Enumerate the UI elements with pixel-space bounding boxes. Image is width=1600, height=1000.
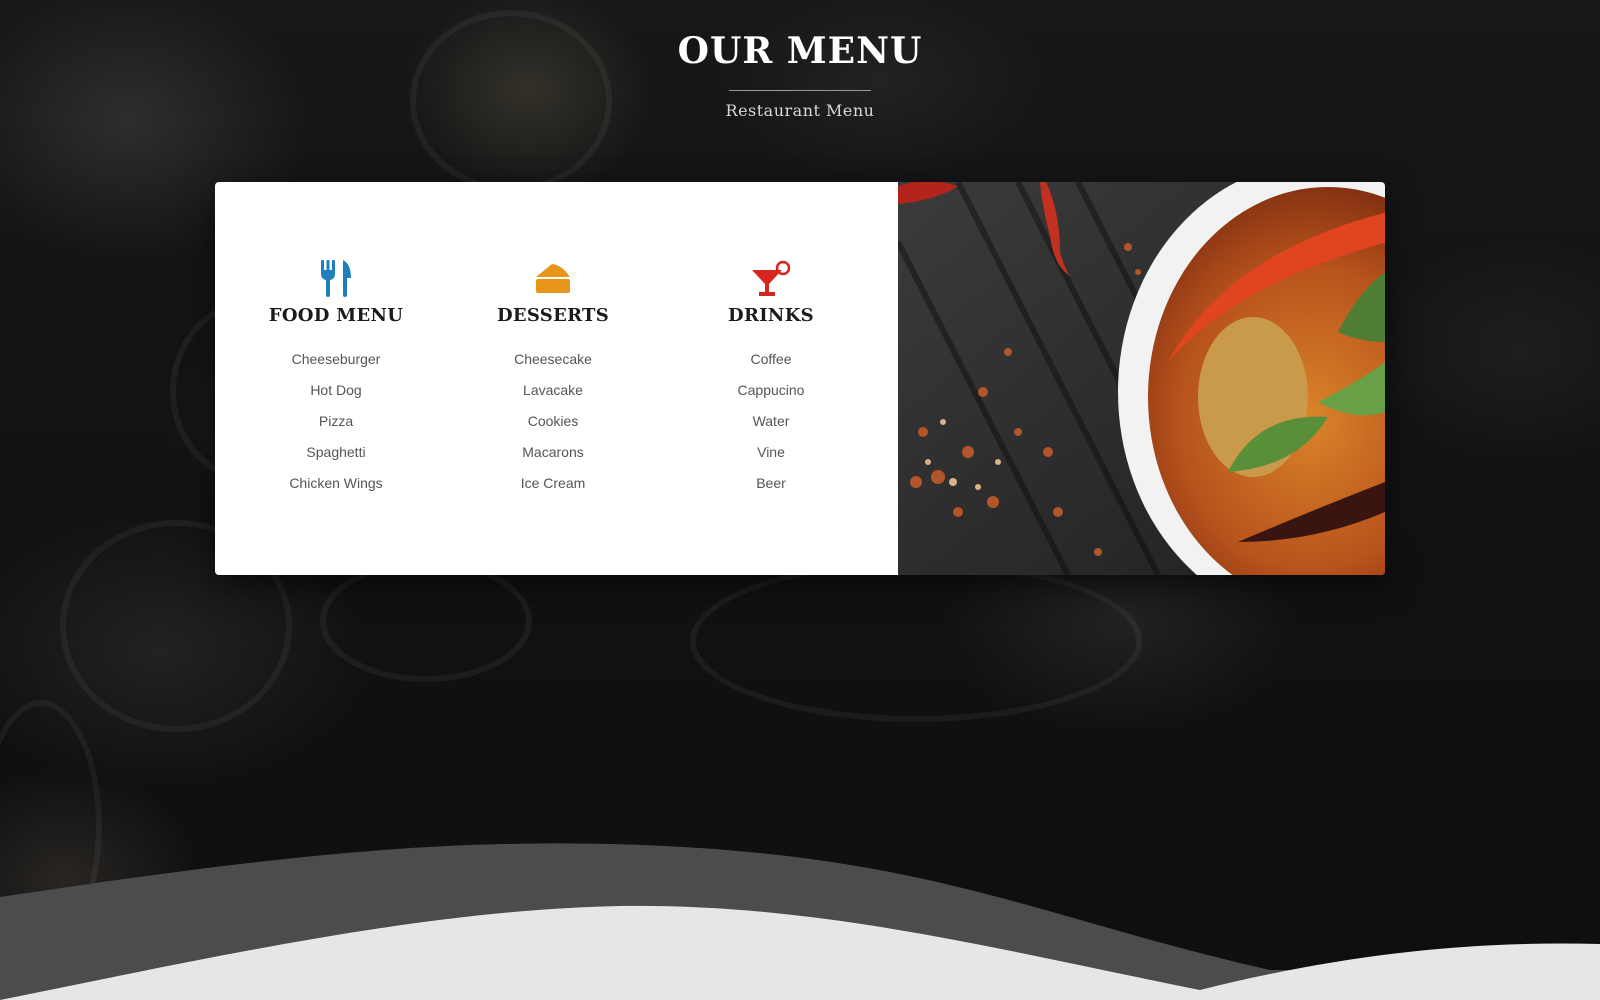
menu-item: Pizza [318,413,354,429]
page-subtitle: Restaurant Menu [725,101,875,120]
cake-icon [444,258,662,298]
menu-item: Cheesecake [514,351,592,367]
menu-item: Water [752,413,790,429]
cocktail-icon [662,258,880,298]
menu-card: FOOD MENU Cheeseburger Hot Dog Pizza Spa… [215,182,1385,575]
background-bowl-shape [690,560,1142,722]
menu-column-food: FOOD MENU Cheeseburger Hot Dog Pizza Spa… [227,258,445,499]
menu-item: Cheeseburger [291,351,381,367]
menu-list-food: Cheeseburger Hot Dog Pizza Spaghetti Chi… [227,344,445,499]
food-photo [898,182,1385,575]
menu-heading-food: FOOD MENU [268,305,404,326]
title-divider [729,90,871,91]
menu-item: Chicken Wings [289,475,383,491]
menu-item: Macarons [522,444,584,460]
curry-bowl-illustration [898,182,1385,575]
menu-item: Coffee [750,351,792,367]
menu-item: Ice Cream [520,475,586,491]
menu-item: Vine [757,444,785,460]
menu-item: Spaghetti [306,444,366,460]
fork-knife-icon [227,258,445,298]
menu-column-drinks: DRINKS Coffee Cappucino Water Vine Beer [662,258,880,499]
menu-item: Hot Dog [310,382,362,398]
menu-list-desserts: Cheesecake Lavacake Cookies Macarons Ice… [444,344,662,499]
menu-item: Beer [756,475,786,491]
menu-item: Lavacake [523,382,583,398]
menu-heading-drinks: DRINKS [728,305,814,326]
page-title: OUR MENU [677,30,923,72]
menu-list-panel: FOOD MENU Cheeseburger Hot Dog Pizza Spa… [215,182,898,575]
menu-item: Cappucino [737,382,805,398]
bottom-wave-decoration [0,843,1600,1000]
background-bowl-shape [320,560,532,682]
menu-column-desserts: DESSERTS Cheesecake Lavacake Cookies Mac… [444,258,662,499]
menu-list-drinks: Coffee Cappucino Water Vine Beer [662,344,880,499]
menu-heading-desserts: DESSERTS [496,305,610,326]
menu-item: Cookies [527,413,579,429]
